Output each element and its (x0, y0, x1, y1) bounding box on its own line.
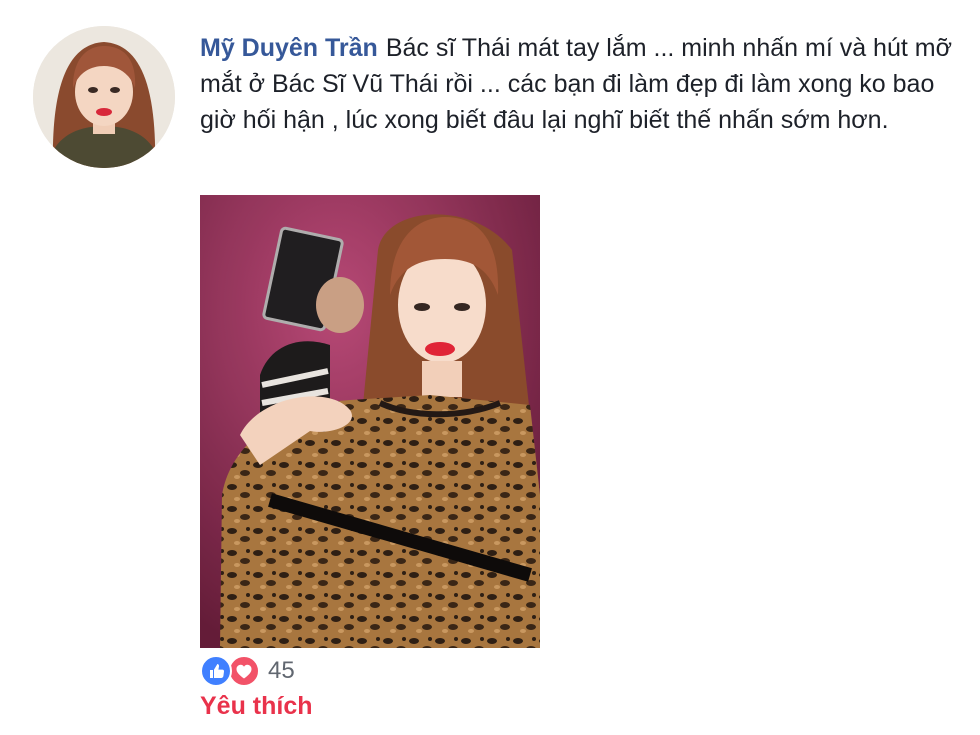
post-photo[interactable] (200, 195, 540, 648)
heart-icon (228, 655, 260, 687)
like-button[interactable]: Yêu thích (200, 692, 313, 721)
reactions-bar[interactable]: 45 (200, 655, 295, 687)
photo-image (200, 195, 540, 648)
author-name[interactable]: Mỹ Duyên Trần (200, 34, 378, 62)
avatar[interactable] (33, 26, 175, 168)
comment-body: Mỹ Duyên Trần Bác sĩ Thái mát tay lắm ...… (200, 30, 960, 138)
reaction-count[interactable]: 45 (268, 657, 295, 685)
like-icon (200, 655, 232, 687)
avatar-image (33, 26, 175, 168)
